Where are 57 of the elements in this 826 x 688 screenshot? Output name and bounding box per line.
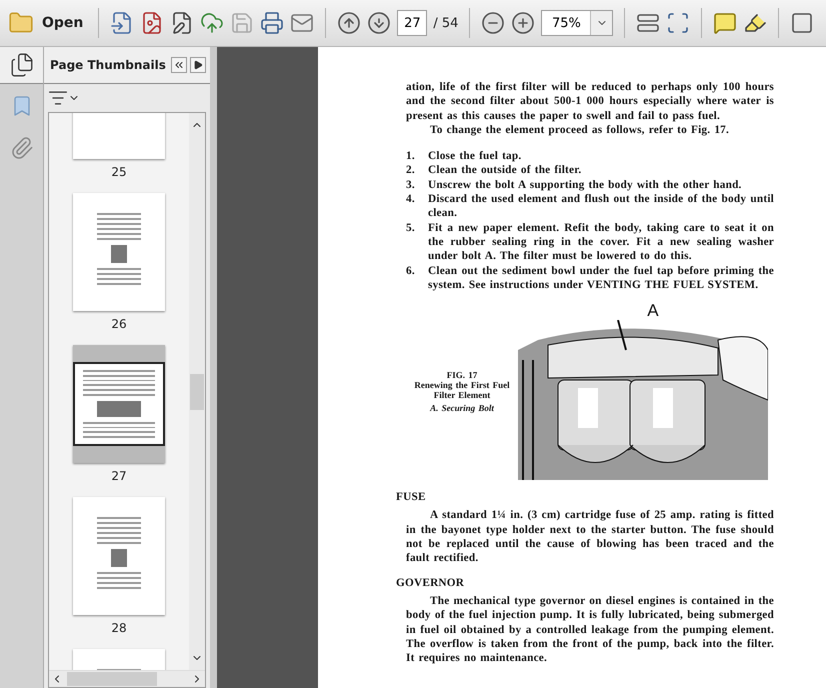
step-text: Discard the used element and flush out the inside of the body until clean.	[428, 192, 774, 221]
panel-title: Page Thumbnails	[50, 58, 166, 72]
page-total-label: / 54	[433, 16, 458, 30]
page-number-label: 26	[111, 317, 127, 331]
step-number: 6.	[406, 264, 416, 279]
body-paragraph: A standard 1¼ in. (3 cm) cartridge fuse of 25 amp. rating is fitted in the bayonet type holder next to the starter button. The fuse should not be replaced until the cause of blowing has been traced and the fault rectified.	[406, 508, 774, 566]
zoom-combo-box[interactable]: 75%	[541, 10, 614, 36]
step-number: 5.	[406, 220, 416, 236]
print-icon[interactable]	[260, 11, 284, 35]
page-number-field[interactable]: 27	[397, 10, 428, 36]
paperclip-icon[interactable]	[10, 136, 34, 160]
fit-width-icon[interactable]	[636, 11, 660, 35]
previous-page-icon[interactable]	[337, 11, 362, 35]
step-text: Unscrew the bolt A supporting the body with the other hand.	[428, 178, 743, 192]
section-heading: GOVERNOR	[396, 576, 466, 590]
step-number: 3.	[406, 178, 416, 192]
zoom-in-icon[interactable]	[511, 11, 536, 35]
figure-title: FIG. 17	[446, 370, 478, 380]
zoom-out-icon[interactable]	[481, 11, 506, 35]
body-paragraph: To change the element proceed as follows, refer to Fig. 17.	[429, 122, 730, 138]
figure-note: A. Securing Bolt	[430, 402, 494, 413]
step-text: Close the fuel tap.	[428, 149, 522, 164]
page-thumbnails-icon[interactable]	[8, 52, 34, 78]
open-button[interactable]: Open	[4, 10, 88, 36]
zoom-field[interactable]: 75%	[542, 11, 590, 35]
step-number: 4.	[406, 192, 416, 208]
page-thumbnail[interactable]	[73, 497, 165, 615]
step-number: 1.	[406, 149, 416, 164]
fit-page-icon[interactable]	[666, 11, 690, 35]
comment-icon[interactable]	[713, 11, 738, 35]
body-paragraph: ation, life of the first filter will be reduced to perhaps only 100 hours and the second filter about 500-1 000 hours especially where water is present as this causes the paper to swell and fail to pass fuel.	[406, 80, 774, 123]
triangle-icon	[193, 60, 203, 70]
page-number-label: 25	[111, 165, 127, 179]
next-panel-button[interactable]	[190, 57, 206, 73]
highlight-icon[interactable]	[743, 11, 768, 35]
step-number: 2.	[406, 163, 416, 178]
toolbar-icon[interactable]	[790, 11, 814, 35]
scrollbar-thumb[interactable]	[67, 672, 157, 686]
vertical-scrollbar[interactable]	[189, 113, 205, 670]
step-text: Clean out the sediment bowl under the fuel tap before priming the system. See instructions under VENTING THE FUEL SYSTEM.	[428, 264, 774, 292]
page-thumbnail[interactable]	[73, 193, 165, 311]
cloud-upload-icon[interactable]	[200, 11, 224, 35]
page-number-label: 27	[111, 469, 127, 483]
body-paragraph: The mechanical type governor on diesel engines is contained in the body of the fuel injection pump. It is fully lubricated, being submerged in fuel oil obtained by a controlled leakage from the pumping element. The overflow is taken from the front of the pump, back into the filter. It requires no maintenance.	[406, 594, 774, 666]
step-text: Fit a new paper element. Refit the body, taking care to seat it on the rubber sealing ring in the cover. Fit a new sealing washer under bolt A. The filter must be lowered to do this.	[428, 220, 774, 264]
section-heading: FUSE	[396, 490, 427, 504]
next-page-icon[interactable]	[367, 11, 392, 35]
step-text: Clean the outside of the filter.	[428, 163, 582, 178]
collapse-panel-button[interactable]	[171, 57, 187, 73]
callout-label: A	[647, 302, 659, 320]
page-thumbnail[interactable]	[73, 345, 165, 463]
scrollbar-thumb[interactable]	[190, 374, 204, 410]
horizontal-scrollbar[interactable]	[49, 670, 205, 687]
mail-icon[interactable]	[290, 11, 314, 35]
page-number-label: 28	[111, 621, 127, 635]
double-chevron-icon	[173, 59, 185, 71]
figure-subtitle: Renewing the First Fuel Filter Element	[413, 380, 511, 400]
